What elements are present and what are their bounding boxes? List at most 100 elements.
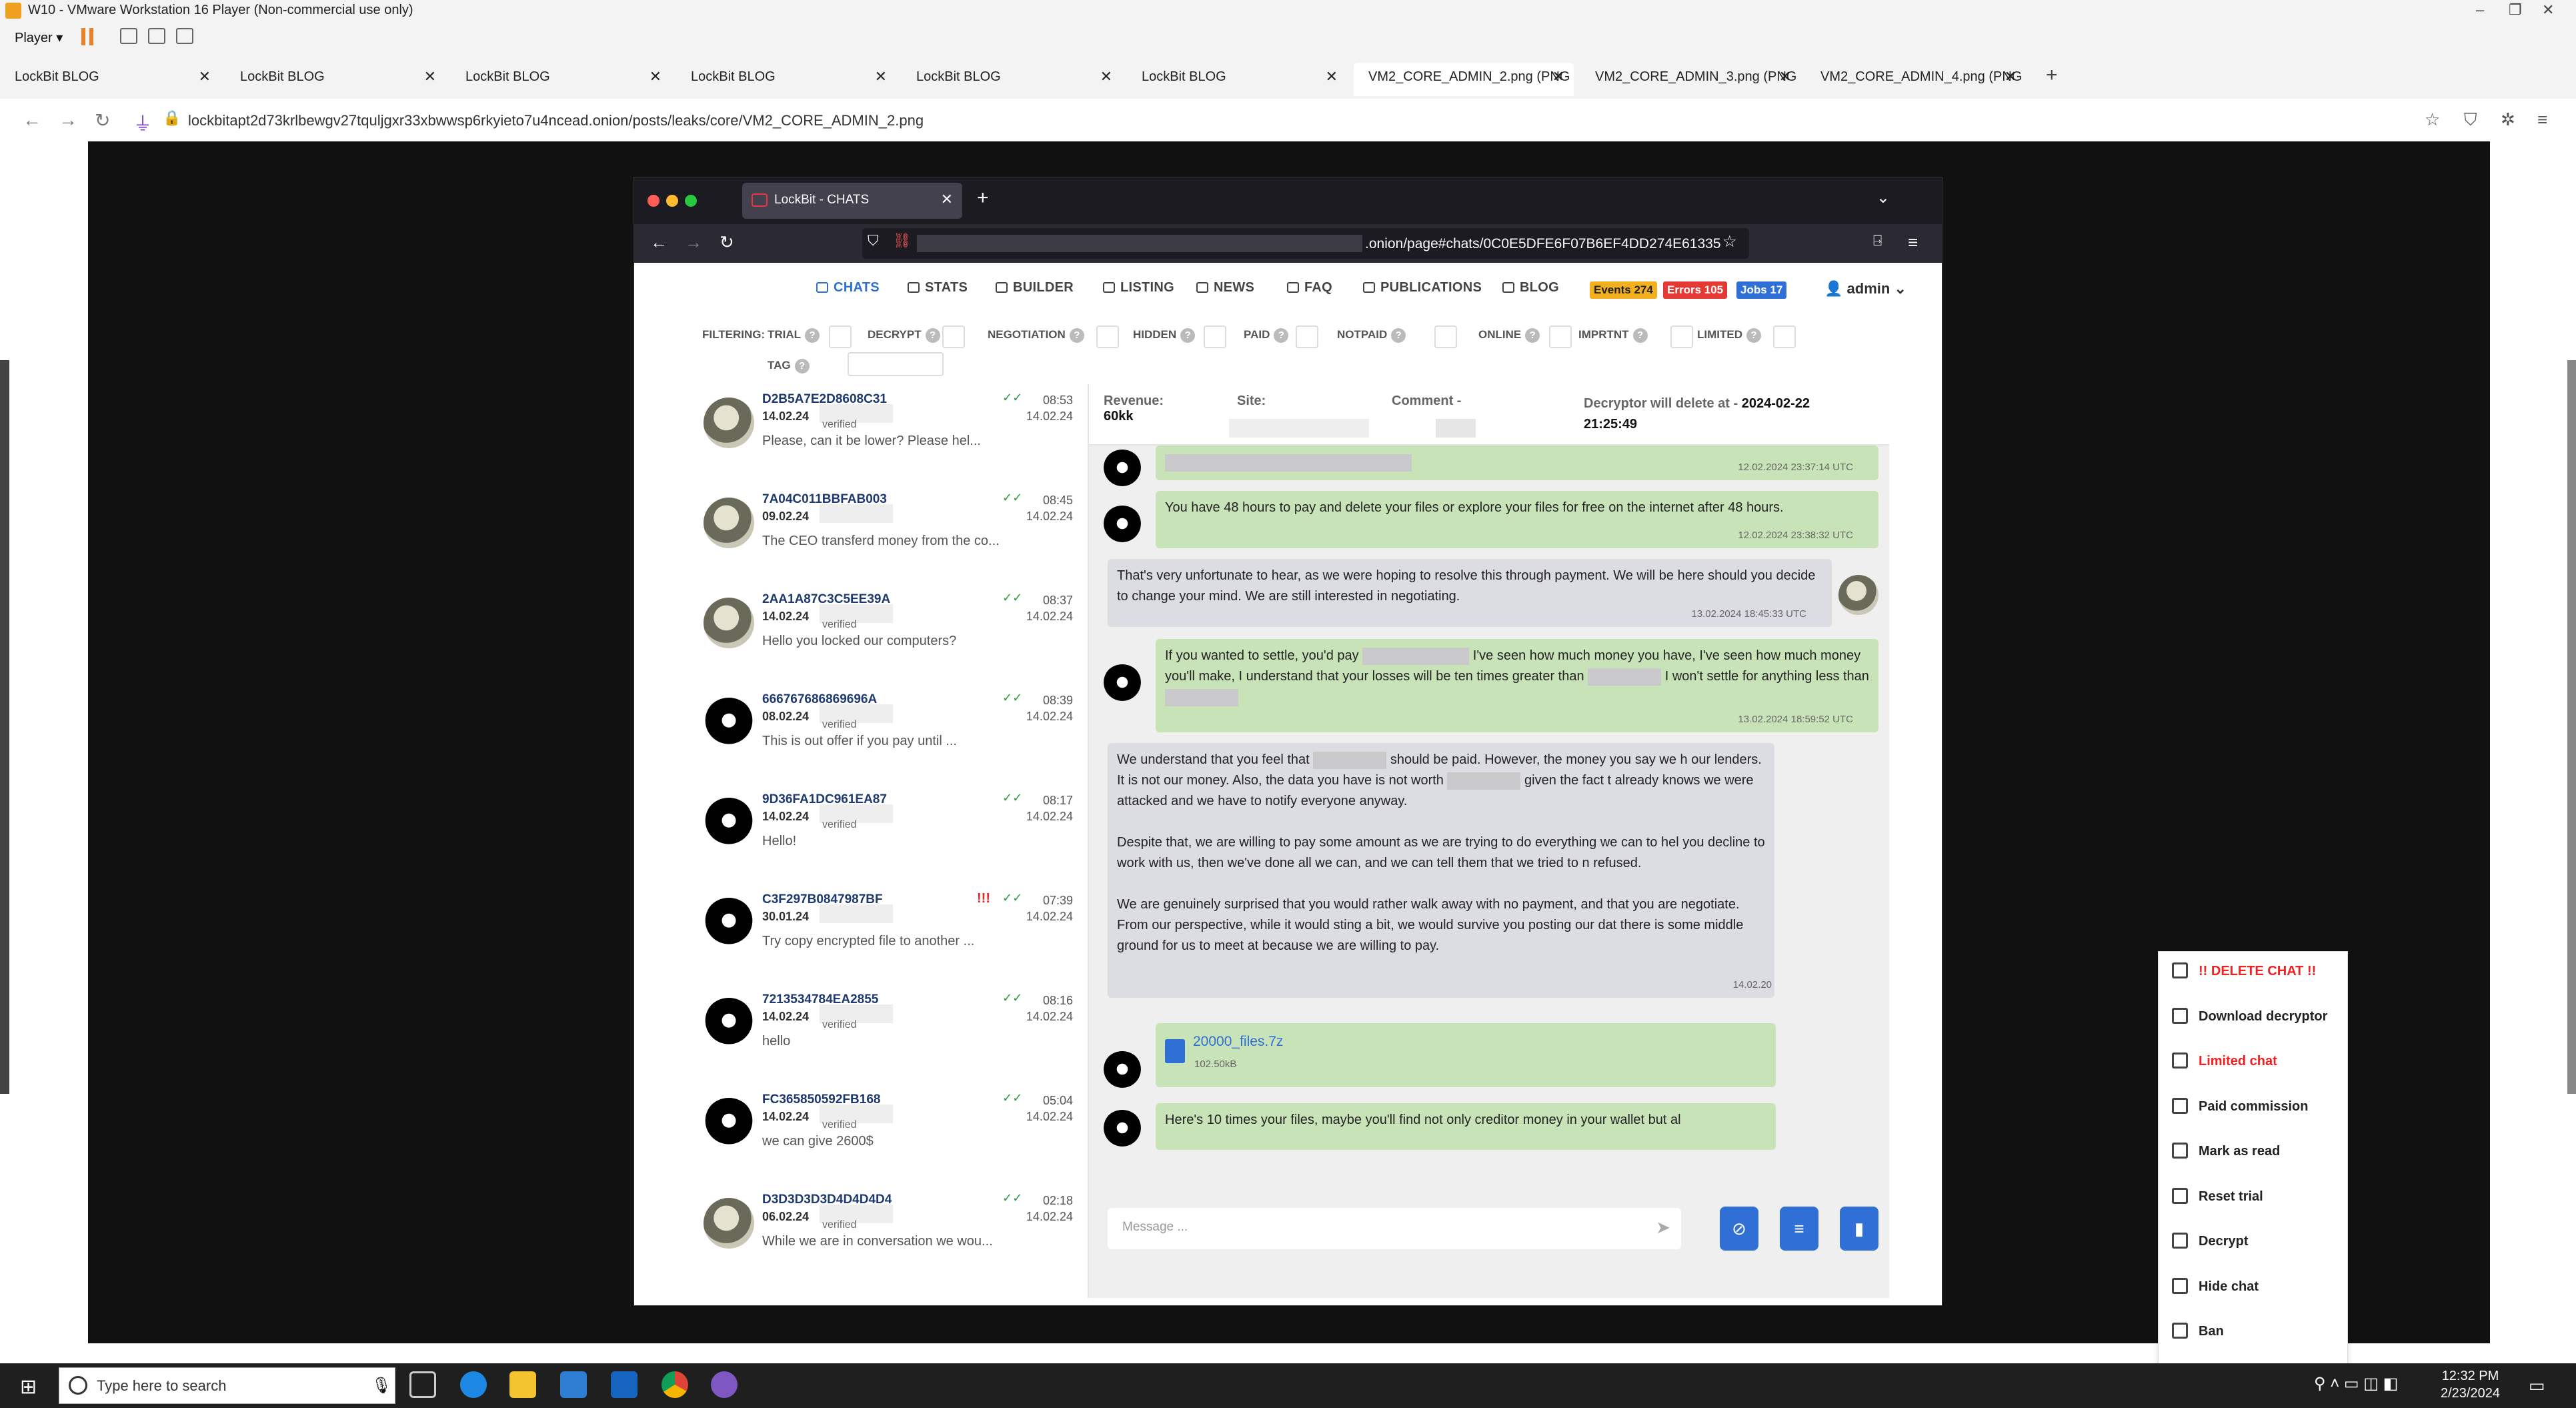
pause-icon[interactable] <box>81 28 93 45</box>
forward-icon[interactable]: → <box>59 109 77 131</box>
back-icon[interactable]: ← <box>23 109 41 131</box>
close-icon[interactable]: ✕ <box>2542 1 2554 19</box>
filter-checkbox-online[interactable] <box>1549 325 1572 348</box>
browser-tab[interactable]: LockBit BLOG ✕ <box>225 63 445 96</box>
chat-list-item[interactable]: 7A04C011BBFAB003 09.02.24 The CEO transfer… <box>689 484 1089 584</box>
browser-tab[interactable]: LockBit BLOG ✕ <box>0 63 220 96</box>
close-tab-icon[interactable]: ✕ <box>1100 68 1112 85</box>
close-tab-icon[interactable]: ✕ <box>650 68 662 85</box>
tag-input[interactable] <box>848 352 944 376</box>
filter-checkbox-negotiation[interactable] <box>1096 325 1119 348</box>
menu-item-blog[interactable]: BLOG <box>1502 280 1559 295</box>
context-item-reset-trial[interactable]: Reset trial <box>2172 1187 2263 1205</box>
help-icon[interactable]: ? <box>1069 328 1084 343</box>
chrome-icon[interactable] <box>662 1371 688 1398</box>
attach-button[interactable]: ⊘ <box>1720 1207 1758 1251</box>
chat-list-item[interactable]: C3F297B0847987BF 30.01.24 Try copy encrypt… <box>689 884 1089 984</box>
context-item-ban[interactable]: Ban <box>2172 1323 2224 1339</box>
help-icon[interactable]: ? <box>794 359 810 374</box>
chat-list-item[interactable]: FC365850592FB168 14.02.24 verified we can g… <box>689 1085 1089 1185</box>
help-icon[interactable]: ? <box>925 328 940 343</box>
browser-tab[interactable]: VM2_CORE_ADMIN_4.png (PNG Im ✕ <box>1806 63 2026 96</box>
store-icon[interactable] <box>560 1371 587 1398</box>
help-icon[interactable]: ? <box>805 328 820 343</box>
shield-icon[interactable]: ⛉ <box>2464 109 2477 131</box>
help-icon[interactable]: ? <box>1180 328 1196 343</box>
filter-checkbox-notpaid[interactable] <box>1434 325 1457 348</box>
close-tab-icon[interactable]: ✕ <box>1552 68 1564 85</box>
help-icon[interactable]: ? <box>1632 328 1648 343</box>
fullscreen-icon[interactable] <box>148 28 165 44</box>
player-menu[interactable]: Player ▾ <box>15 29 63 46</box>
browser-tab[interactable]: LockBit BLOG ✕ <box>451 63 671 96</box>
filter-checkbox-limited[interactable] <box>1773 325 1796 348</box>
close-tab-icon[interactable]: ✕ <box>2005 68 2017 85</box>
message-input[interactable]: Message ... ➤ <box>1108 1208 1681 1249</box>
notifications-icon[interactable]: ▭ <box>2529 1375 2545 1396</box>
settings-sliders-button[interactable]: ≡ <box>1780 1207 1818 1251</box>
filter-checkbox-hidden[interactable] <box>1204 325 1226 348</box>
menu-icon[interactable]: ≡ <box>2537 109 2547 130</box>
reload-icon[interactable]: ↻ <box>95 109 110 131</box>
send-ctrl-alt-del-icon[interactable] <box>120 28 137 44</box>
mail-icon[interactable] <box>611 1371 637 1398</box>
browser-tab[interactable]: VM2_CORE_ADMIN_3.png (PNG Im ✕ <box>1580 63 1800 96</box>
context-item-mark-as-read[interactable]: Mark as read <box>2172 1143 2280 1159</box>
scrollbar[interactable] <box>2567 360 2576 1094</box>
menu-item-faq[interactable]: FAQ <box>1287 280 1332 295</box>
chat-list-item[interactable]: D2B5A7E2D8608C31 14.02.24 verified Please, … <box>689 384 1089 484</box>
menu-item-stats[interactable]: STATS <box>908 280 968 295</box>
context-item-download-decryptor[interactable]: Download decryptor <box>2172 1007 2327 1024</box>
file-link[interactable]: 20000_files.7z <box>1193 1031 1283 1052</box>
menu-item-publications[interactable]: PUBLICATIONS <box>1363 280 1482 295</box>
microphone-icon[interactable]: 🎙 <box>371 1376 391 1395</box>
chat-list-item[interactable]: 666767686869696A 08.02.24 verified This is … <box>689 684 1089 784</box>
filter-checkbox-imprtnt[interactable] <box>1670 325 1693 348</box>
chat-list-item[interactable]: 7213534784EA2855 14.02.24 verified hello ✓✓ 0… <box>689 984 1089 1085</box>
help-icon[interactable]: ? <box>1746 328 1761 343</box>
close-tab-icon[interactable]: ✕ <box>875 68 887 85</box>
file-explorer-icon[interactable] <box>509 1371 536 1398</box>
badge-events[interactable]: Events 274 <box>1590 281 1657 299</box>
close-tab-icon[interactable]: ✕ <box>1326 68 1338 85</box>
close-tab-icon[interactable]: ✕ <box>424 68 436 85</box>
browser-tab[interactable]: VM2_CORE_ADMIN_2.png (PNG Im ✕ <box>1354 63 1574 96</box>
browser-tab[interactable]: LockBit BLOG ✕ <box>1127 63 1347 96</box>
url-field[interactable]: lockbitapt2d73krlbewgv27tquljgxr33xbwwsp… <box>188 112 924 129</box>
windows-start-icon[interactable]: ⊞ <box>20 1375 37 1399</box>
restore-icon[interactable]: ❐ <box>2509 1 2522 19</box>
tor-browser-icon[interactable] <box>711 1371 738 1398</box>
context-item-paid-commission[interactable]: Paid commission <box>2172 1097 2309 1115</box>
help-icon[interactable]: ? <box>1274 328 1289 343</box>
chat-list-item[interactable]: 2AA1A87C3C5EE39A 14.02.24 verified Hello yo… <box>689 584 1089 684</box>
edge-icon[interactable] <box>460 1371 487 1398</box>
close-tab-icon[interactable]: ✕ <box>1779 68 1791 85</box>
help-icon[interactable]: ? <box>1525 328 1540 343</box>
menu-item-news[interactable]: NEWS <box>1196 280 1254 295</box>
badge-jobs[interactable]: Jobs 17 <box>1736 281 1787 299</box>
new-tab-button[interactable]: + <box>2046 64 2058 87</box>
close-tab-icon[interactable]: ✕ <box>199 68 211 85</box>
tor-onion-icon[interactable]: ⏚ <box>133 109 152 136</box>
extensions-icon[interactable]: ✲ <box>2501 109 2515 130</box>
menu-item-chats[interactable]: CHATS <box>816 280 880 295</box>
menu-item-builder[interactable]: BUILDER <box>996 280 1074 295</box>
browser-tab[interactable]: LockBit BLOG ✕ <box>676 63 896 96</box>
browser-tab[interactable]: LockBit BLOG ✕ <box>902 63 1122 96</box>
minimize-icon[interactable]: – <box>2476 1 2484 19</box>
context-item-limited-chat[interactable]: Limited chat <box>2172 1052 2277 1069</box>
help-icon[interactable]: ? <box>1391 328 1406 343</box>
filter-checkbox-trial[interactable] <box>829 325 852 348</box>
filter-checkbox-paid[interactable] <box>1296 325 1318 348</box>
context-item-decrypt[interactable]: Decrypt <box>2172 1233 2248 1249</box>
chat-list-item[interactable]: 9D36FA1DC961EA87 14.02.24 verified Hello! ✓✓… <box>689 784 1089 884</box>
admin-user-menu[interactable]: 👤 admin ⌄ <box>1824 280 1906 297</box>
menu-item-listing[interactable]: LISTING <box>1103 280 1174 295</box>
chat-list-item[interactable]: D3D3D3D3D4D4D4D4 06.02.24 verified While we… <box>689 1185 1089 1285</box>
context-item-hide-chat[interactable]: Hide chat <box>2172 1277 2259 1295</box>
unity-icon[interactable] <box>176 28 193 44</box>
filter-checkbox-decrypt[interactable] <box>942 325 965 348</box>
taskbar-search[interactable]: Type here to search 🎙 <box>59 1367 395 1404</box>
clock[interactable]: 12:32 PM 2/23/2024 <box>2441 1367 2500 1402</box>
badge-errors[interactable]: Errors 105 <box>1663 281 1728 299</box>
